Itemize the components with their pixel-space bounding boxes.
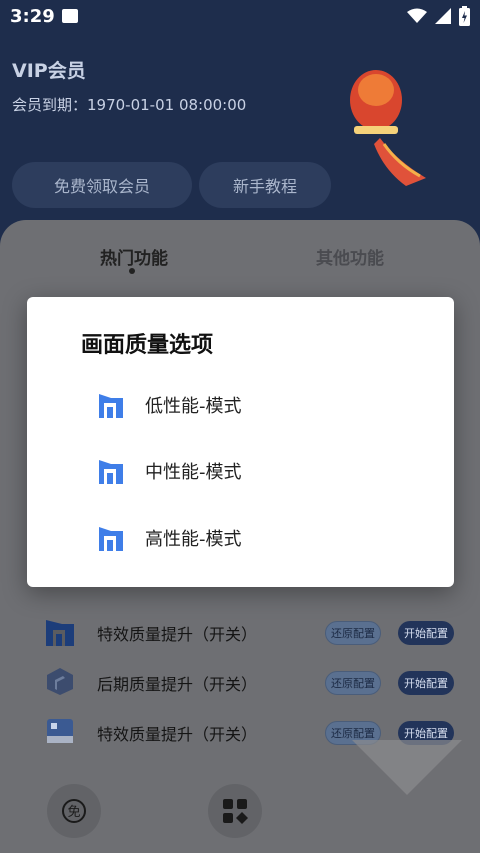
quality-options-dialog: 画面质量选项 低性能-模式 中性能-模式 高性能-模式 — [27, 297, 454, 587]
cube-icon — [47, 668, 73, 695]
option-label: 高性能-模式 — [145, 529, 242, 550]
free-nav-button[interactable]: 免 — [47, 784, 101, 838]
status-bar: 3:29 — [0, 0, 480, 34]
vip-expire-text: 会员到期：1970-01-01 08:00:00 — [12, 96, 247, 114]
building-icon — [99, 527, 123, 551]
active-tab-indicator — [129, 268, 135, 274]
start-config-button[interactable]: 开始配置 — [398, 621, 454, 645]
option-low-performance[interactable]: 低性能-模式 — [97, 383, 417, 427]
card-icon — [47, 719, 73, 743]
option-label: 低性能-模式 — [145, 396, 242, 417]
list-item: 特效质量提升（开关） 还原配置 开始配置 — [0, 612, 480, 652]
row-label: 特效质量提升（开关） — [97, 625, 258, 644]
free-vip-button[interactable]: 免费领取会员 — [12, 162, 192, 208]
free-badge-text: 免 — [67, 805, 80, 820]
start-config-button[interactable]: 开始配置 — [398, 671, 454, 695]
option-mid-performance[interactable]: 中性能-模式 — [97, 449, 417, 493]
vip-title: VIP会员 — [12, 60, 86, 82]
building-icon — [99, 460, 123, 484]
row-label: 特效质量提升（开关） — [97, 725, 258, 744]
gallery-notification-icon — [62, 9, 78, 23]
apps-grid-icon — [223, 799, 248, 824]
apps-nav-button[interactable] — [208, 784, 262, 838]
tab-hot-features[interactable]: 热门功能 — [100, 244, 168, 269]
battery-icon — [459, 6, 470, 26]
option-label: 中性能-模式 — [145, 462, 242, 483]
building-icon — [99, 394, 123, 418]
list-item: 后期质量提升（开关） 还原配置 开始配置 — [0, 662, 480, 702]
status-icons — [407, 6, 470, 26]
signal-icon — [435, 8, 451, 24]
dialog-title: 画面质量选项 — [81, 333, 214, 358]
option-high-performance[interactable]: 高性能-模式 — [97, 516, 417, 560]
building-icon — [46, 620, 74, 646]
tab-other-features[interactable]: 其他功能 — [316, 244, 384, 269]
restore-config-button[interactable]: 还原配置 — [325, 671, 381, 695]
free-badge-icon: 免 — [62, 799, 86, 823]
row-label: 后期质量提升（开关） — [97, 675, 258, 694]
status-time: 3:29 — [10, 6, 55, 27]
guide-button[interactable]: 新手教程 — [199, 162, 331, 208]
lantern-decoration-icon — [350, 70, 426, 186]
wifi-icon — [407, 8, 427, 23]
watermark-icon — [352, 740, 462, 795]
restore-config-button[interactable]: 还原配置 — [325, 621, 381, 645]
